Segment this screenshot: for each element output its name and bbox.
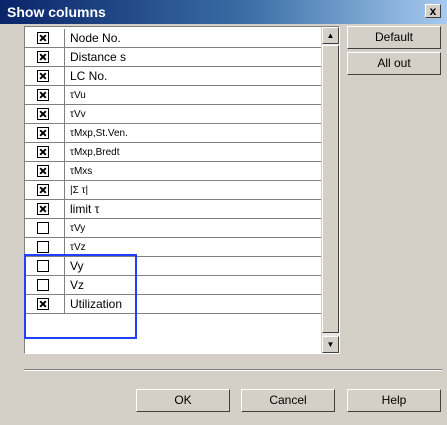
- arrow-down-icon: ▼: [326, 340, 335, 349]
- ok-button[interactable]: OK: [136, 389, 230, 412]
- arrow-up-icon: ▲: [326, 31, 335, 40]
- checkbox-cell: [25, 238, 65, 256]
- checkbox-cell: [25, 295, 65, 313]
- list-item[interactable]: τMxp,St.Ven.: [25, 124, 321, 143]
- column-checkbox[interactable]: [37, 165, 49, 177]
- list-item[interactable]: Distance s: [25, 48, 321, 67]
- column-label: Utilization: [70, 297, 123, 311]
- list-item[interactable]: Vz: [25, 276, 321, 295]
- list-item[interactable]: Vy: [25, 257, 321, 276]
- checkbox-cell: [25, 86, 65, 104]
- close-button[interactable]: x: [425, 4, 441, 18]
- list-scrollbar[interactable]: ▲ ▼: [321, 27, 339, 353]
- list-item[interactable]: τVv: [25, 105, 321, 124]
- list-item[interactable]: Node No.: [25, 29, 321, 48]
- list-item[interactable]: τVu: [25, 86, 321, 105]
- scroll-thumb[interactable]: [322, 45, 339, 333]
- column-label: τVz: [70, 242, 86, 253]
- column-checkbox[interactable]: [37, 298, 49, 310]
- scroll-down-button[interactable]: ▼: [322, 336, 339, 353]
- column-label: Vy: [70, 259, 84, 273]
- dialog-title: Show columns: [7, 4, 106, 20]
- column-label: τVu: [70, 90, 86, 101]
- checkbox-cell: [25, 257, 65, 275]
- columns-list: Node No. Distance s LC No. τVu τVv τMxp,St.Ve…: [24, 26, 340, 354]
- column-label: Vz: [70, 278, 85, 292]
- column-checkbox[interactable]: [37, 32, 49, 44]
- checkbox-cell: [25, 124, 65, 142]
- column-label: τMxs: [70, 166, 93, 177]
- show-columns-dialog: Show columns x Node No. Distance s LC No. τ…: [0, 0, 447, 425]
- close-icon: x: [429, 4, 437, 18]
- help-button[interactable]: Help: [347, 389, 441, 412]
- cancel-button[interactable]: Cancel: [241, 389, 335, 412]
- all-out-button[interactable]: All out: [347, 52, 441, 75]
- list-item[interactable]: |Σ τ|: [25, 181, 321, 200]
- column-label: Distance s: [70, 50, 127, 64]
- column-checkbox[interactable]: [37, 108, 49, 120]
- list-item[interactable]: τMxs: [25, 162, 321, 181]
- title-bar: Show columns x: [0, 0, 447, 24]
- checkbox-cell: [25, 67, 65, 85]
- column-label: τMxp,Bredt: [70, 147, 120, 158]
- column-checkbox[interactable]: [37, 89, 49, 101]
- column-label: |Σ τ|: [70, 185, 89, 196]
- scroll-up-button[interactable]: ▲: [322, 27, 339, 44]
- column-checkbox[interactable]: [37, 184, 49, 196]
- checkbox-cell: [25, 219, 65, 237]
- list-item[interactable]: LC No.: [25, 67, 321, 86]
- column-checkbox[interactable]: [37, 279, 49, 291]
- list-item[interactable]: τVy: [25, 219, 321, 238]
- list-item[interactable]: Utilization: [25, 295, 321, 314]
- column-checkbox[interactable]: [37, 146, 49, 158]
- checkbox-cell: [25, 162, 65, 180]
- column-checkbox[interactable]: [37, 51, 49, 63]
- list-item[interactable]: τMxp,Bredt: [25, 143, 321, 162]
- column-label: LC No.: [70, 69, 108, 83]
- checkbox-cell: [25, 29, 65, 47]
- column-checkbox[interactable]: [37, 127, 49, 139]
- column-label: τMxp,St.Ven.: [70, 128, 128, 139]
- checkbox-cell: [25, 200, 65, 218]
- checkbox-cell: [25, 143, 65, 161]
- separator: [24, 369, 442, 371]
- checkbox-cell: [25, 181, 65, 199]
- column-checkbox[interactable]: [37, 70, 49, 82]
- column-label: τVv: [70, 109, 86, 120]
- checkbox-cell: [25, 105, 65, 123]
- column-label: τVy: [70, 223, 86, 234]
- column-checkbox[interactable]: [37, 222, 49, 234]
- list-item[interactable]: limit τ: [25, 200, 321, 219]
- column-checkbox[interactable]: [37, 260, 49, 272]
- column-checkbox[interactable]: [37, 241, 49, 253]
- list-item[interactable]: τVz: [25, 238, 321, 257]
- default-button[interactable]: Default: [347, 26, 441, 49]
- column-label: Node No.: [70, 31, 121, 45]
- checkbox-cell: [25, 276, 65, 294]
- checkbox-cell: [25, 48, 65, 66]
- column-label: limit τ: [70, 202, 100, 216]
- column-checkbox[interactable]: [37, 203, 49, 215]
